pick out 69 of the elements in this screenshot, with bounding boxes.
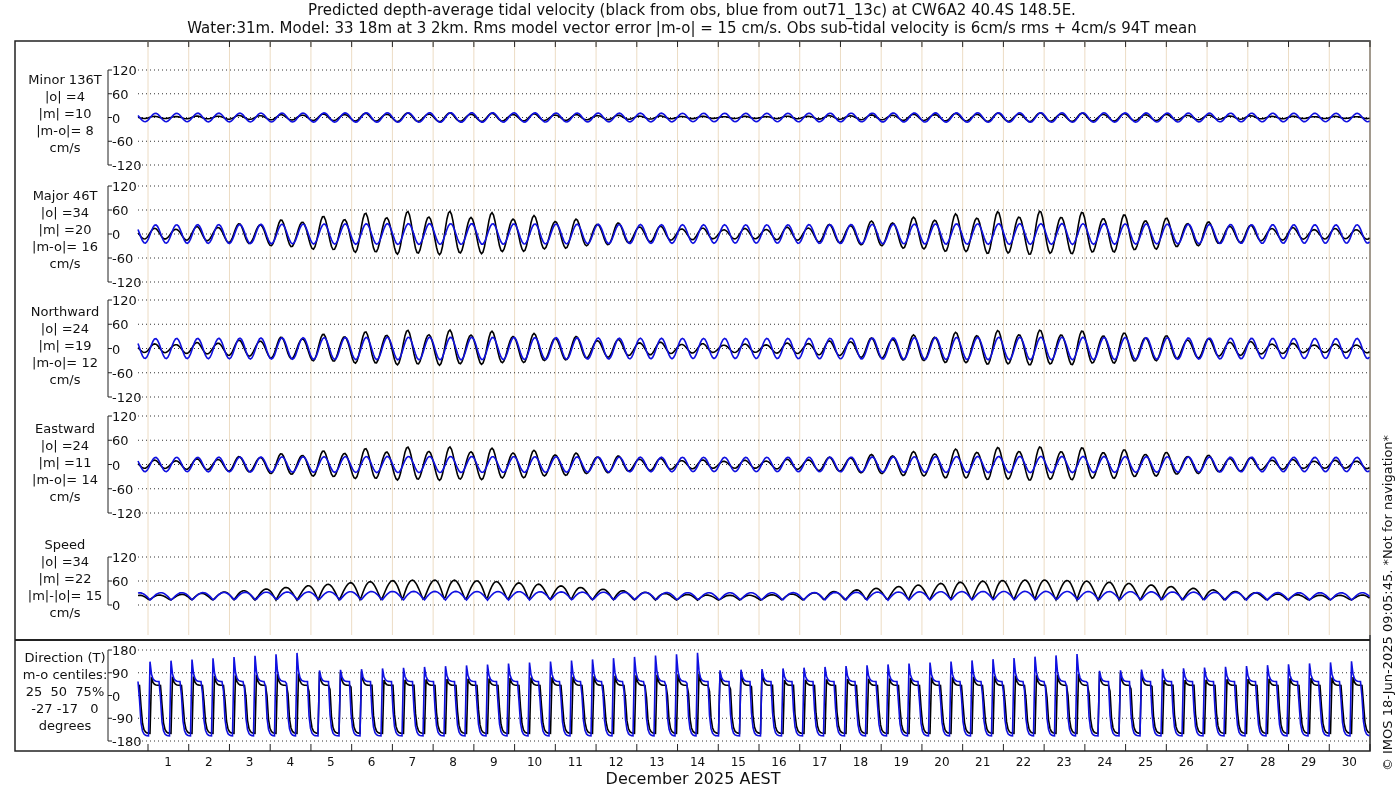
axis-tick-label: -60	[112, 365, 134, 381]
day-label: 2	[204, 755, 213, 769]
day-label: 29	[1300, 755, 1317, 769]
panel-label: Eastward |o| =24 |m| =11 |m-o|= 14 cm/s	[32, 421, 98, 504]
copyright-note: © IMOS 18-Jun-2025 09:05:45. *Not for navigation*	[1380, 434, 1395, 772]
axis-tick-label: -120	[112, 158, 142, 173]
axis-tick-label: 60	[112, 203, 129, 218]
panel-label: Minor 136T |o| =4 |m| =10 |m-o|= 8 cm/s	[28, 72, 102, 155]
day-label: 22	[1015, 755, 1032, 769]
day-label: 8	[449, 755, 457, 769]
axis-tick-label: -60	[112, 134, 134, 150]
chart-title: Predicted depth-average tidal velocity (black from obs, blue from out71_13c) at CW6A2 40.4S 148.5E.	[308, 1, 1076, 19]
day-label: 3	[245, 755, 254, 769]
axis-tick-label: 0	[112, 110, 121, 126]
panel-label: Direction (T) m-o centiles: 25 50 75% -27 -17 0 degrees	[22, 650, 108, 733]
y-axis	[107, 556, 113, 606]
axis-tick-label: 0	[112, 598, 121, 613]
day-label: 13	[649, 755, 665, 769]
axis-tick-label: 60	[112, 86, 129, 102]
day-label: 18	[852, 755, 869, 769]
day-label: 26	[1178, 755, 1194, 769]
day-label: 12	[608, 755, 624, 769]
day-label: 25	[1137, 755, 1154, 769]
day-label: 11	[567, 755, 583, 769]
axis-tick-label: 0	[112, 688, 121, 704]
panel-label: Major 46T |o| =34 |m| =20 |m-o|= 16 cm/s	[32, 188, 98, 271]
day-label: 23	[1056, 755, 1072, 769]
day-label: 5	[327, 755, 335, 769]
axis-tick-label: 120	[112, 63, 137, 78]
axis-tick-label: 120	[112, 179, 137, 194]
axis-tick-label: 120	[112, 409, 137, 424]
axis-title: December 2025 AEST	[605, 769, 781, 788]
axis-tick-label: 0	[112, 457, 121, 473]
day-label: 24	[1097, 755, 1113, 769]
day-label: 6	[367, 755, 376, 769]
day-label: 20	[934, 755, 950, 769]
axis-tick-label: -60	[112, 251, 134, 266]
day-label: 16	[771, 755, 787, 769]
axis-tick-label: 120	[112, 550, 137, 565]
day-label: 19	[893, 755, 909, 769]
day-label: 28	[1260, 755, 1276, 769]
panel-label: Speed |o| =34 |m| =22 |m|-|o|= 15 cm/s	[27, 537, 103, 620]
day-label: 7	[408, 755, 417, 769]
day-label: 9	[490, 755, 498, 769]
axis-tick-label: -120	[112, 390, 142, 405]
day-label: 27	[1219, 755, 1235, 769]
axis-tick-label: -180	[112, 734, 142, 749]
chart-title: Water:31m. Model: 33 18m at 3 2km. Rms model vector error |m-o| = 15 cm/s. Obs sub-tidal velocity is 6cm/s rms + 4cm/s 94T mean	[187, 19, 1197, 37]
axis-tick-label: -120	[112, 275, 142, 290]
axis-tick-label: 60	[112, 317, 129, 333]
day-label: 14	[689, 755, 706, 769]
axis-tick-label: 180	[112, 643, 137, 658]
day-label: 21	[975, 755, 991, 769]
axis-tick-label: 60	[112, 433, 129, 449]
day-label: 15	[730, 755, 746, 769]
axis-tick-label: 90	[112, 665, 129, 681]
axis-tick-label: 120	[112, 293, 137, 308]
day-label: 1	[164, 755, 172, 769]
day-label: 30	[1341, 755, 1357, 769]
day-label: 17	[812, 755, 828, 769]
axis-tick-label: 60	[112, 574, 129, 589]
axis-tick-label: -60	[112, 481, 134, 497]
day-label: 4	[286, 755, 294, 769]
panel-label: Northward |o| =24 |m| =19 |m-o|= 12 cm/s	[30, 304, 100, 387]
axis-tick-label: -90	[112, 711, 134, 727]
axis-tick-label: -120	[112, 506, 142, 521]
day-label: 10	[526, 755, 543, 769]
axis-tick-label: 0	[112, 341, 121, 357]
axis-tick-label: 0	[112, 227, 121, 242]
